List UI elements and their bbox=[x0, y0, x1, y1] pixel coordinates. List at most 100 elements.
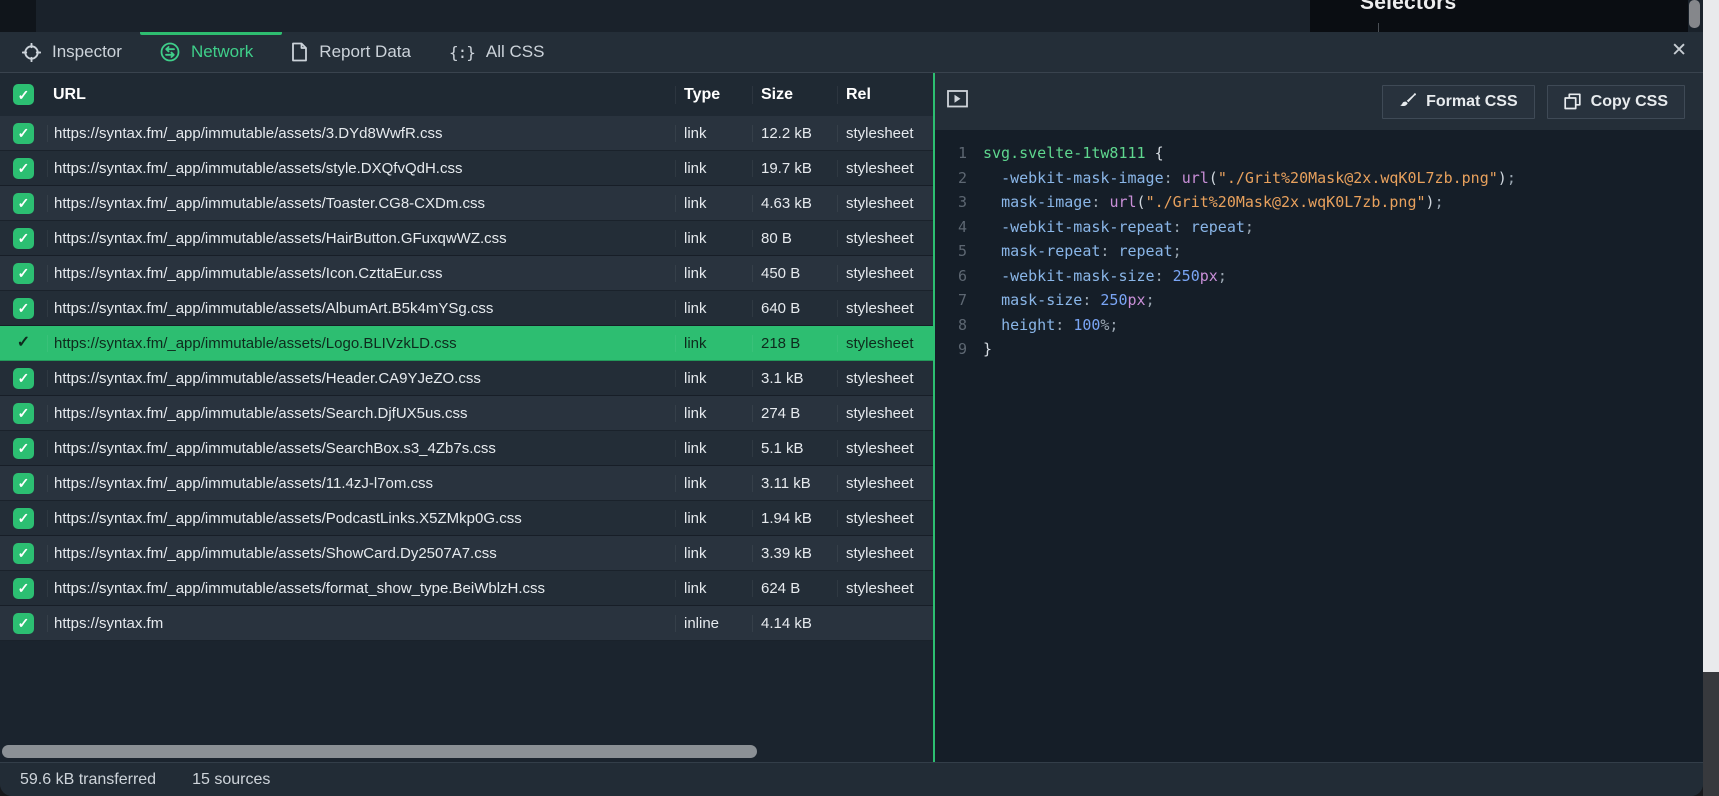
table-row[interactable]: ✓ https://syntax.fm/_app/immutable/asset… bbox=[0, 256, 933, 291]
table-row[interactable]: ✓ https://syntax.fm/_app/immutable/asset… bbox=[0, 361, 933, 396]
table-row[interactable]: ✓ https://syntax.fm/_app/immutable/asset… bbox=[0, 221, 933, 256]
select-all-checkbox[interactable]: ✓ bbox=[13, 84, 34, 105]
code-line: 7 mask-size: 250px; bbox=[943, 288, 1703, 313]
row-checkbox-cell: ✓ bbox=[0, 228, 47, 249]
check-icon: ✓ bbox=[18, 88, 30, 102]
table-empty-area bbox=[0, 641, 933, 762]
table-row[interactable]: ✓ https://syntax.fm/_app/immutable/asset… bbox=[0, 466, 933, 501]
check-icon: ✓ bbox=[18, 371, 30, 385]
row-checkbox-cell: ✓ bbox=[0, 543, 47, 564]
row-rel: stylesheet bbox=[837, 160, 933, 177]
tab-inspector[interactable]: Inspector bbox=[22, 42, 122, 62]
column-header-size: Size bbox=[752, 86, 837, 104]
row-url: https://syntax.fm/_app/immutable/assets/… bbox=[47, 580, 675, 597]
page-nav-block bbox=[0, 0, 36, 32]
row-checkbox[interactable]: ✓ bbox=[13, 543, 34, 564]
code-line: 1svg.svelte-1tw8111 { bbox=[943, 141, 1703, 166]
row-rel: stylesheet bbox=[837, 195, 933, 212]
check-icon: ✓ bbox=[18, 441, 30, 455]
row-size: 80 B bbox=[752, 230, 837, 247]
row-type: link bbox=[675, 230, 752, 247]
active-tab-indicator bbox=[140, 32, 282, 35]
row-type: link bbox=[675, 300, 752, 317]
table-row[interactable]: ✓ https://syntax.fm/_app/immutable/asset… bbox=[0, 326, 933, 361]
row-url: https://syntax.fm/_app/immutable/assets/… bbox=[47, 510, 675, 527]
table-row[interactable]: ✓ https://syntax.fm/_app/immutable/asset… bbox=[0, 151, 933, 186]
row-checkbox-cell: ✓ bbox=[0, 508, 47, 529]
code-line: 3 mask-image: url("./Grit%20Mask@2x.wqK0… bbox=[943, 190, 1703, 215]
check-icon: ✓ bbox=[18, 126, 30, 140]
row-url: https://syntax.fm/_app/immutable/assets/… bbox=[47, 195, 675, 212]
table-body: ✓ https://syntax.fm/_app/immutable/asset… bbox=[0, 116, 933, 641]
row-url: https://syntax.fm/_app/immutable/assets/… bbox=[47, 230, 675, 247]
row-rel: stylesheet bbox=[837, 335, 933, 352]
table-row[interactable]: ✓ https://syntax.fm/_app/immutable/asset… bbox=[0, 291, 933, 326]
table-row[interactable]: ✓ https://syntax.fm/_app/immutable/asset… bbox=[0, 116, 933, 151]
row-url: https://syntax.fm/_app/immutable/assets/… bbox=[47, 125, 675, 142]
row-type: link bbox=[675, 510, 752, 527]
code-line: 5 mask-repeat: repeat; bbox=[943, 239, 1703, 264]
row-checkbox[interactable]: ✓ bbox=[13, 403, 34, 424]
row-checkbox[interactable]: ✓ bbox=[13, 438, 34, 459]
css-code-viewer: 1svg.svelte-1tw8111 {2 -webkit-mask-imag… bbox=[935, 130, 1703, 762]
row-checkbox[interactable]: ✓ bbox=[13, 368, 34, 389]
row-rel: stylesheet bbox=[837, 125, 933, 142]
code-line: 6 -webkit-mask-size: 250px; bbox=[943, 264, 1703, 289]
play-square-icon bbox=[947, 90, 968, 113]
row-checkbox[interactable]: ✓ bbox=[13, 473, 34, 494]
row-rel: stylesheet bbox=[837, 580, 933, 597]
table-row[interactable]: ✓ https://syntax.fm/_app/immutable/asset… bbox=[0, 571, 933, 606]
check-icon: ✓ bbox=[18, 616, 30, 630]
row-checkbox[interactable]: ✓ bbox=[13, 508, 34, 529]
row-checkbox[interactable]: ✓ bbox=[13, 613, 34, 634]
devtools-panel: Inspector Network Report Data bbox=[0, 32, 1703, 796]
row-checkbox[interactable]: ✓ bbox=[13, 263, 34, 284]
row-size: 218 B bbox=[752, 335, 837, 352]
table-row[interactable]: ✓ https://syntax.fm/_app/immutable/asset… bbox=[0, 536, 933, 571]
row-checkbox[interactable]: ✓ bbox=[13, 298, 34, 319]
window-scrollbar-track[interactable] bbox=[1703, 0, 1719, 672]
check-icon: ✓ bbox=[18, 196, 30, 210]
tab-label: Report Data bbox=[319, 42, 411, 62]
row-url: https://syntax.fm/_app/immutable/assets/… bbox=[47, 475, 675, 492]
tab-network[interactable]: Network bbox=[160, 42, 253, 62]
row-checkbox[interactable]: ✓ bbox=[13, 333, 34, 354]
column-header-rel: Rel bbox=[837, 86, 933, 104]
network-table-pane: ✓ URL Type Size Rel ✓ https://syntax.fm/… bbox=[0, 73, 935, 762]
tab-all-css[interactable]: {:} All CSS bbox=[449, 42, 544, 62]
tab-report-data[interactable]: Report Data bbox=[291, 42, 411, 62]
check-icon: ✓ bbox=[18, 406, 30, 420]
row-size: 4.14 kB bbox=[752, 615, 837, 632]
tab-label: Inspector bbox=[52, 42, 122, 62]
copy-css-button[interactable]: Copy CSS bbox=[1547, 85, 1685, 119]
horizontal-scrollbar-thumb[interactable] bbox=[2, 745, 757, 758]
tab-bar: Inspector Network Report Data bbox=[0, 32, 1703, 73]
row-rel: stylesheet bbox=[837, 475, 933, 492]
row-checkbox-cell: ✓ bbox=[0, 438, 47, 459]
row-checkbox-cell: ✓ bbox=[0, 578, 47, 599]
braces-icon: {:} bbox=[449, 43, 475, 62]
row-checkbox-cell: ✓ bbox=[0, 613, 47, 634]
page-scrollbar-thumb[interactable] bbox=[1689, 0, 1700, 28]
row-url: https://syntax.fm bbox=[47, 615, 675, 632]
code-line: 9} bbox=[943, 337, 1703, 362]
table-row[interactable]: ✓ https://syntax.fm/_app/immutable/asset… bbox=[0, 186, 933, 221]
row-url: https://syntax.fm/_app/immutable/assets/… bbox=[47, 440, 675, 457]
format-css-button[interactable]: Format CSS bbox=[1382, 85, 1535, 119]
row-checkbox-cell: ✓ bbox=[0, 298, 47, 319]
row-checkbox[interactable]: ✓ bbox=[13, 193, 34, 214]
table-row[interactable]: ✓ https://syntax.fm inline 4.14 kB bbox=[0, 606, 933, 641]
tab-label: Network bbox=[191, 42, 253, 62]
row-checkbox[interactable]: ✓ bbox=[13, 228, 34, 249]
table-row[interactable]: ✓ https://syntax.fm/_app/immutable/asset… bbox=[0, 431, 933, 466]
row-checkbox[interactable]: ✓ bbox=[13, 123, 34, 144]
table-row[interactable]: ✓ https://syntax.fm/_app/immutable/asset… bbox=[0, 396, 933, 431]
row-checkbox[interactable]: ✓ bbox=[13, 158, 34, 179]
table-row[interactable]: ✓ https://syntax.fm/_app/immutable/asset… bbox=[0, 501, 933, 536]
sources-count: 15 sources bbox=[192, 771, 270, 789]
row-rel: stylesheet bbox=[837, 370, 933, 387]
row-type: link bbox=[675, 265, 752, 282]
panel-toggle-button[interactable] bbox=[947, 90, 968, 113]
row-checkbox[interactable]: ✓ bbox=[13, 578, 34, 599]
close-icon[interactable]: ✕ bbox=[1671, 41, 1687, 60]
